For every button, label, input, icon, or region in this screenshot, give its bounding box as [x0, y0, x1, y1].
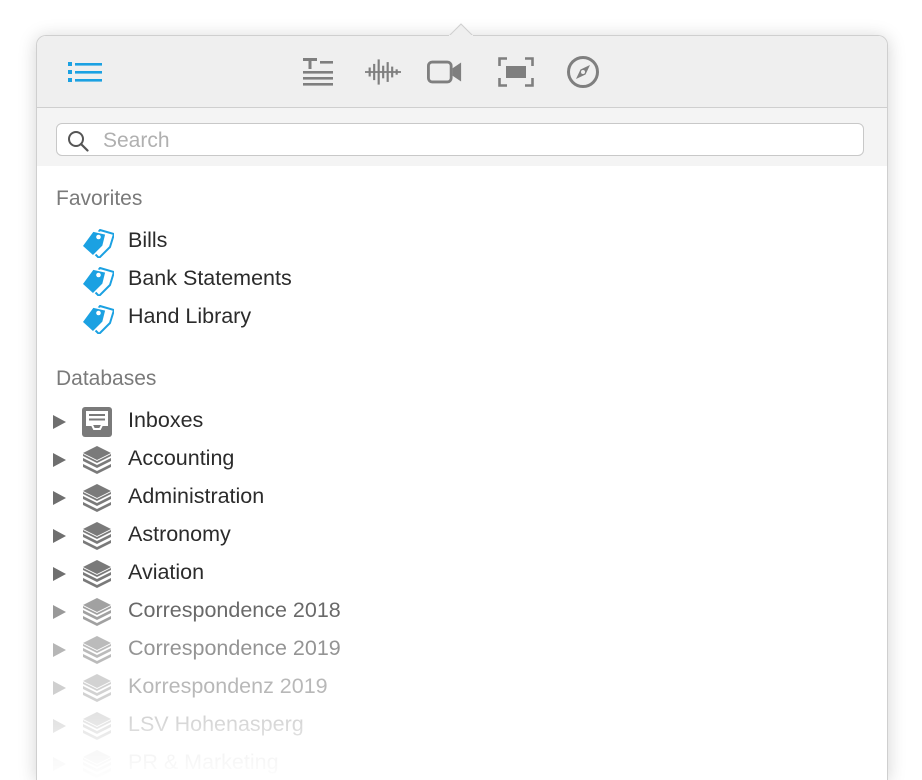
database-icon	[81, 634, 113, 666]
database-icon	[81, 444, 113, 476]
search-input[interactable]	[101, 127, 845, 154]
database-item-label: Accounting	[128, 446, 235, 470]
video-camera-icon	[427, 60, 462, 84]
tag-icon	[80, 266, 115, 297]
list-view-button[interactable]	[67, 54, 103, 90]
database-icon	[81, 748, 113, 780]
database-item-label: Correspondence 2019	[128, 636, 341, 660]
list-icon	[68, 62, 102, 82]
database-item[interactable]: Administration	[37, 480, 887, 516]
audio-button[interactable]	[365, 54, 401, 90]
database-item[interactable]: Aviation	[37, 556, 887, 592]
databases-header: Databases	[56, 367, 157, 390]
database-item-label: Korrespondenz 2019	[128, 674, 328, 698]
text-format-button[interactable]	[300, 54, 336, 90]
favorite-item[interactable]: Bills	[37, 224, 887, 260]
disclosure-triangle-icon[interactable]	[50, 755, 68, 773]
database-item-label: Correspondence 2018	[128, 598, 341, 622]
search-bar	[37, 108, 887, 166]
favorites-header: Favorites	[56, 187, 143, 210]
tag-icon	[80, 304, 115, 335]
audio-waveform-icon	[365, 59, 401, 85]
database-item[interactable]: Inboxes	[37, 404, 887, 440]
favorite-item-label: Bank Statements	[128, 266, 292, 290]
favorite-item[interactable]: Bank Statements	[37, 262, 887, 298]
database-item-label: Astronomy	[128, 522, 231, 546]
screen-capture-icon	[498, 57, 534, 87]
browser-button[interactable]	[565, 54, 601, 90]
disclosure-triangle-icon[interactable]	[50, 489, 68, 507]
disclosure-triangle-icon[interactable]	[50, 451, 68, 469]
database-item[interactable]: Accounting	[37, 442, 887, 478]
database-item[interactable]: Correspondence 2019	[37, 632, 887, 668]
database-item[interactable]: Korrespondenz 2019	[37, 670, 887, 706]
database-item[interactable]: Correspondence 2018	[37, 594, 887, 630]
popover-arrow	[449, 23, 473, 36]
video-button[interactable]	[427, 54, 463, 90]
text-format-icon	[303, 58, 333, 86]
database-item-label: PR & Marketing	[128, 750, 279, 774]
database-item-label: Inboxes	[128, 408, 204, 432]
toolbar	[37, 36, 887, 108]
disclosure-triangle-icon[interactable]	[50, 527, 68, 545]
disclosure-triangle-icon[interactable]	[50, 717, 68, 735]
database-item-label: Aviation	[128, 560, 205, 584]
database-icon	[81, 672, 113, 704]
database-icon	[81, 482, 113, 514]
popover-panel: Favorites Bills Bank Statements Hand Lib…	[36, 35, 888, 780]
database-icon	[81, 710, 113, 742]
tag-icon	[80, 228, 115, 259]
disclosure-triangle-icon[interactable]	[50, 413, 68, 431]
disclosure-triangle-icon[interactable]	[50, 679, 68, 697]
disclosure-triangle-icon[interactable]	[50, 641, 68, 659]
disclosure-triangle-icon[interactable]	[50, 603, 68, 621]
database-icon	[81, 520, 113, 552]
search-icon	[68, 131, 89, 152]
database-item[interactable]: Astronomy	[37, 518, 887, 554]
database-item-label: Administration	[128, 484, 265, 508]
disclosure-triangle-icon[interactable]	[50, 565, 68, 583]
search-field[interactable]	[56, 123, 864, 156]
screen-capture-button[interactable]	[498, 54, 534, 90]
compass-icon	[567, 56, 599, 88]
favorite-item[interactable]: Hand Library	[37, 300, 887, 336]
database-icon	[81, 558, 113, 590]
inbox-icon	[81, 406, 113, 438]
favorite-item-label: Bills	[128, 228, 168, 252]
database-icon	[81, 596, 113, 628]
favorite-item-label: Hand Library	[128, 304, 252, 328]
database-item[interactable]: PR & Marketing	[37, 746, 887, 780]
database-item[interactable]: LSV Hohenasperg	[37, 708, 887, 744]
database-item-label: LSV Hohenasperg	[128, 712, 304, 736]
